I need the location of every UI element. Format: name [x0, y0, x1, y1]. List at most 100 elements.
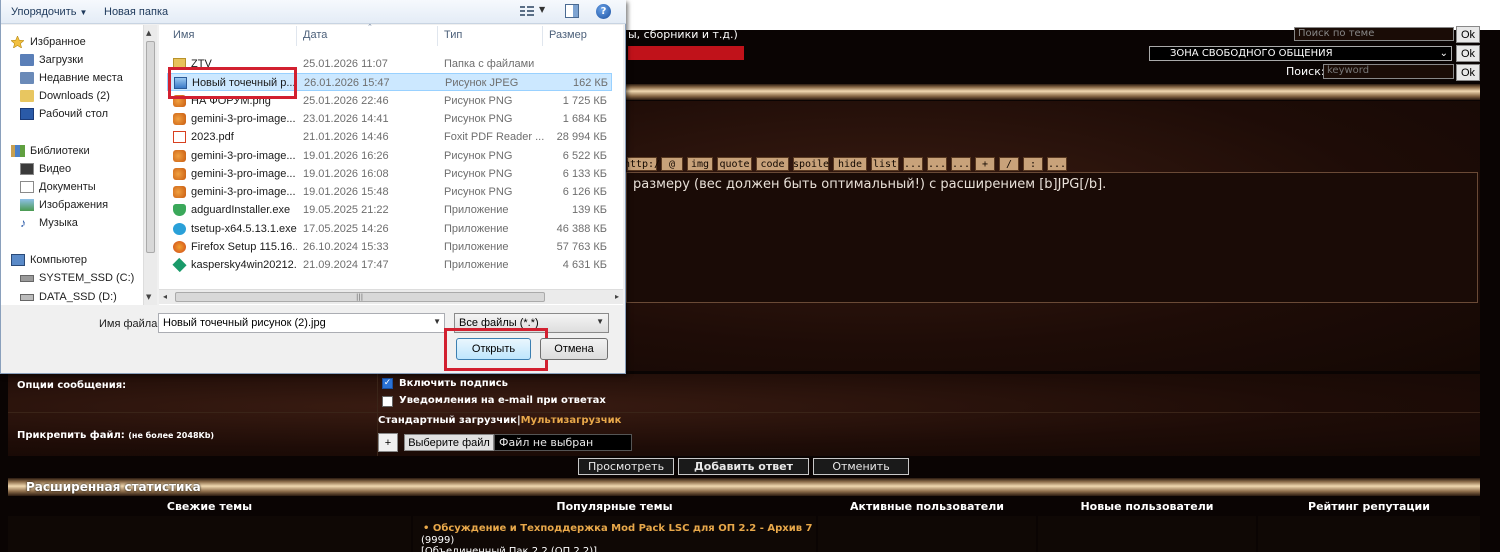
popular-topic-count: (9999): [421, 535, 455, 546]
nav-downloads-2-label: Downloads (2): [39, 90, 110, 102]
message-editor[interactable]: размеру (вес должен быть оптимальный!) с…: [626, 172, 1478, 303]
nav-recent[interactable]: Недавние места: [20, 69, 123, 87]
nav-favorites-label: Избранное: [30, 36, 86, 48]
file-status: Файл не выбран: [494, 434, 632, 451]
nav-libraries-label: Библиотеки: [30, 145, 90, 157]
popular-topic-title: Обсуждение и Техподдержка Mod Pack LSC д…: [432, 523, 813, 534]
filename-value: Новый точечный рисунок (2).jpg: [163, 317, 326, 329]
stats-new-cell: [1038, 516, 1256, 552]
bbcode-button[interactable]: spoile: [793, 157, 829, 171]
organize-button[interactable]: Упорядочить ▼: [11, 6, 87, 18]
bbcode-button[interactable]: ...: [1047, 157, 1067, 171]
preview-button[interactable]: Просмотреть: [578, 458, 674, 475]
png-icon: [173, 112, 186, 125]
pictures-icon: [20, 199, 34, 211]
stats-col-new: Новые пользователи: [1038, 497, 1256, 515]
col-sep: [437, 26, 438, 46]
zone-select[interactable]: ЗОНА СВОБОДНОГО ОБЩЕНИЯ ⌄: [1149, 46, 1452, 61]
column-date[interactable]: Дата: [303, 29, 327, 41]
nav-downloads[interactable]: Загрузки: [20, 51, 83, 69]
nav-music[interactable]: ♪ Музыка: [20, 214, 78, 232]
file-row[interactable]: adguardInstaller.exe 19.05.2025 21:22 Прил…: [167, 201, 612, 219]
search-topic-ok-button[interactable]: Ok: [1456, 26, 1480, 43]
help-icon[interactable]: ?: [596, 4, 611, 19]
bbcode-button[interactable]: :: [1023, 157, 1043, 171]
email-checkbox[interactable]: [382, 396, 393, 407]
file-row[interactable]: gemini-3-pro-image... 19.01.2026 16:26 Рис…: [167, 147, 612, 165]
nav-favorites[interactable]: Избранное: [10, 33, 86, 51]
preview-pane-icon[interactable]: [565, 4, 579, 18]
stats-col-rating: Рейтинг репутации: [1258, 497, 1480, 515]
filename-label: Имя файла:: [99, 318, 161, 330]
view-dropdown-icon[interactable]: ▼: [539, 5, 545, 14]
bbcode-button[interactable]: hide: [833, 157, 867, 171]
nav-pictures[interactable]: Изображения: [20, 196, 108, 214]
file-type: Приложение: [444, 204, 509, 217]
signature-checkbox[interactable]: ✓: [382, 378, 393, 389]
bbcode-button[interactable]: /: [999, 157, 1019, 171]
file-type: Приложение: [444, 241, 509, 253]
keyword-input[interactable]: keyword: [1323, 64, 1454, 79]
file-type: Приложение: [444, 259, 509, 272]
nav-computer[interactable]: Компьютер: [11, 251, 87, 269]
bbcode-button[interactable]: ...: [927, 157, 947, 171]
choose-file-button[interactable]: Выберите файл: [404, 434, 494, 451]
bbcode-button[interactable]: code: [756, 157, 789, 171]
file-row[interactable]: kaspersky4win20212... 21.09.2024 17:47 При…: [167, 256, 612, 274]
png-icon: [173, 167, 186, 180]
stats-rating-cell: [1258, 516, 1480, 552]
file-row[interactable]: 2023.pdf 21.01.2026 14:46 Foxit PDF Reader…: [167, 128, 612, 146]
nav-libraries[interactable]: Библиотеки: [11, 142, 90, 160]
add-reply-button[interactable]: Добавить ответ: [678, 458, 809, 475]
bbcode-button[interactable]: +: [975, 157, 995, 171]
nav-scrollbar[interactable]: ▲ ▼: [143, 25, 157, 305]
options-panel: [8, 374, 1480, 456]
nav-desktop[interactable]: Рабочий стол: [20, 105, 108, 123]
nav-drive-c[interactable]: SYSTEM_SSD (C:): [20, 269, 134, 287]
file-type: Папка с файлами: [444, 58, 535, 70]
file-list-hscrollbar[interactable]: ◂ ||| ▸: [159, 289, 623, 304]
open-button[interactable]: Открыть: [456, 338, 531, 360]
keyword-ok-button[interactable]: Ok: [1456, 64, 1480, 81]
chevron-down-icon[interactable]: ▼: [433, 317, 441, 326]
bbcode-button[interactable]: @: [661, 157, 683, 171]
multi-loader-link[interactable]: Мультизагрузчик: [521, 415, 622, 426]
new-folder-button[interactable]: Новая папка: [104, 6, 168, 18]
bbcode-button[interactable]: img: [687, 157, 713, 171]
file-name: gemini-3-pro-image...: [191, 112, 296, 125]
bbcode-button[interactable]: ...: [903, 157, 923, 171]
cancel-button[interactable]: Отмена: [540, 338, 608, 360]
attach-label-text: Прикрепить файл:: [17, 430, 125, 441]
file-name: adguardInstaller.exe: [191, 204, 291, 217]
drive-icon: [20, 293, 34, 301]
std-loader-link[interactable]: Стандартный загрузчик: [378, 415, 517, 426]
cancel-reply-button[interactable]: Отменить: [813, 458, 909, 475]
bbcode-button[interactable]: list: [871, 157, 899, 171]
search-topic-input[interactable]: Поиск по теме: [1294, 27, 1454, 41]
file-type: Рисунок PNG: [444, 167, 513, 180]
file-row[interactable]: tsetup-x64.5.13.1.exe 17.05.2025 14:26 При…: [167, 220, 612, 238]
column-size[interactable]: Размер: [549, 29, 587, 41]
nav-drive-d[interactable]: DATA_SSD (D:): [20, 288, 117, 306]
add-file-button[interactable]: +: [378, 433, 398, 452]
view-options-icon[interactable]: [520, 5, 534, 17]
filename-input[interactable]: Новый точечный рисунок (2).jpg ▼: [158, 313, 445, 333]
file-row[interactable]: gemini-3-pro-image... 19.01.2026 15:48 Рис…: [167, 183, 612, 201]
bbcode-button[interactable]: ...: [951, 157, 971, 171]
file-row[interactable]: gemini-3-pro-image... 19.01.2026 16:08 Рис…: [167, 165, 612, 183]
zone-ok-button[interactable]: Ok: [1456, 45, 1480, 62]
nav-video[interactable]: Видео: [20, 160, 71, 178]
file-name: 2023.pdf: [191, 131, 234, 144]
file-row[interactable]: gemini-3-pro-image... 23.01.2026 14:41 Рис…: [167, 110, 612, 128]
bbcode-button[interactable]: http:/: [624, 157, 660, 171]
file-row[interactable]: Firefox Setup 115.16... 26.10.2024 15:33 П…: [167, 238, 612, 256]
bbcode-button[interactable]: quote: [717, 157, 752, 171]
nav-documents[interactable]: Документы: [20, 178, 96, 196]
column-name[interactable]: Имя: [173, 29, 194, 41]
popular-topic-link[interactable]: • Обсуждение и Техподдержка Mod Pack LSC…: [423, 523, 813, 534]
folder-icon: [20, 90, 34, 102]
nav-downloads-2[interactable]: Downloads (2): [20, 87, 110, 105]
column-type[interactable]: Тип: [444, 29, 462, 41]
organize-label: Упорядочить: [11, 6, 77, 18]
editor-text: размеру (вес должен быть оптимальный!) с…: [633, 177, 1107, 192]
